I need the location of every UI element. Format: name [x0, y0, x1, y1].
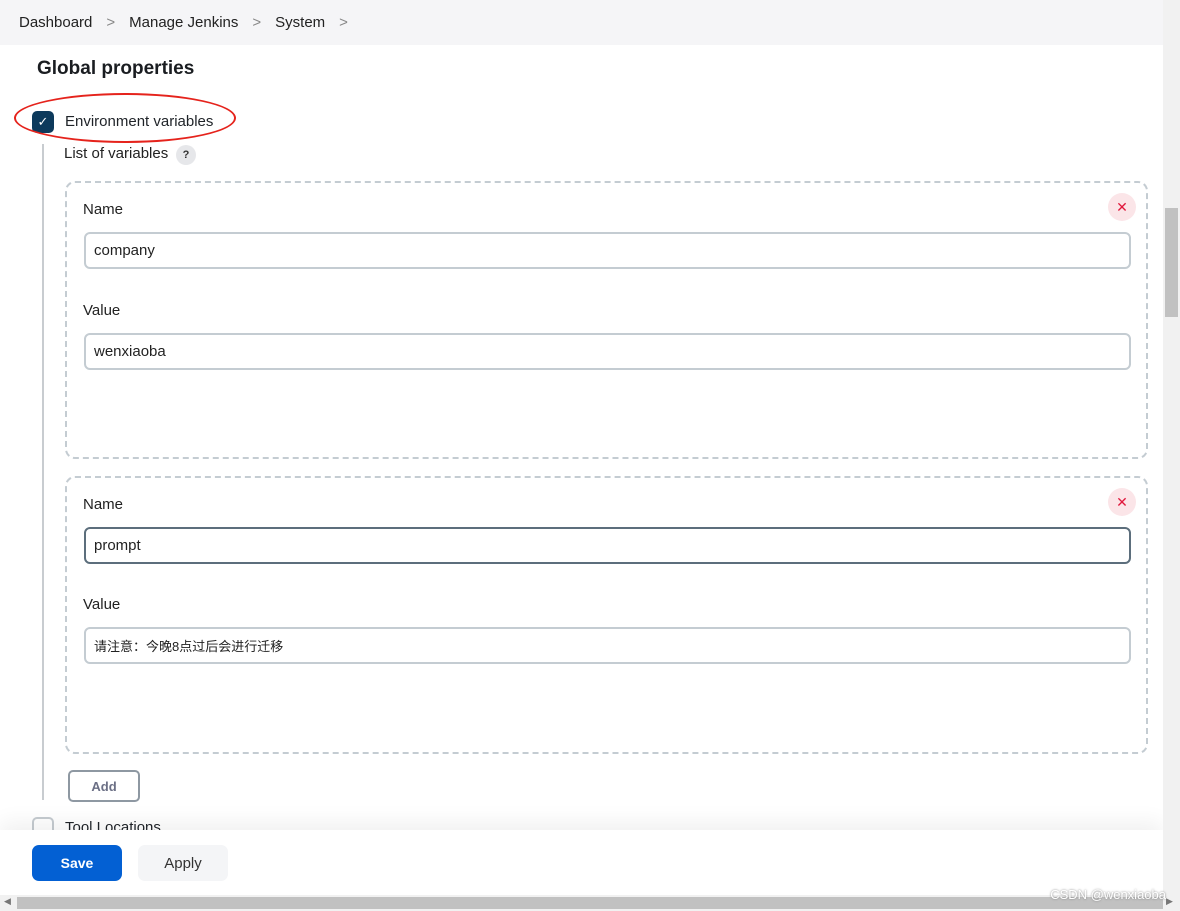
- apply-button[interactable]: Apply: [138, 845, 228, 881]
- value-label: Value: [83, 596, 121, 613]
- vertical-scrollbar[interactable]: [1163, 0, 1180, 895]
- chevron-right-icon: >: [106, 14, 116, 31]
- vertical-scrollbar-thumb[interactable]: [1165, 208, 1178, 317]
- name-input[interactable]: [84, 232, 1131, 269]
- variable-card: Name ✕ Value: [65, 181, 1148, 459]
- name-input[interactable]: [84, 527, 1131, 564]
- delete-button[interactable]: ✕: [1108, 488, 1136, 516]
- chevron-right-icon[interactable]: >: [339, 14, 348, 31]
- watermark: CSDN @wenxiaoba: [1050, 887, 1166, 902]
- breadcrumb-system[interactable]: System: [275, 14, 325, 31]
- breadcrumb: Dashboard > Manage Jenkins > System >: [0, 0, 1163, 45]
- close-icon: ✕: [1116, 198, 1128, 215]
- horizontal-scrollbar-thumb[interactable]: [17, 897, 1163, 909]
- breadcrumb-manage-jenkins[interactable]: Manage Jenkins: [129, 14, 238, 31]
- delete-button[interactable]: ✕: [1108, 193, 1136, 221]
- value-input[interactable]: [84, 627, 1131, 664]
- scroll-right-icon[interactable]: ▶: [1166, 896, 1173, 907]
- name-label: Name: [83, 496, 124, 513]
- close-icon: ✕: [1116, 493, 1128, 510]
- value-label: Value: [83, 302, 121, 319]
- section-indent-line: [42, 144, 44, 800]
- chevron-right-icon: >: [252, 14, 262, 31]
- name-label: Name: [83, 201, 124, 218]
- help-icon[interactable]: ?: [176, 145, 196, 165]
- annotation-ellipse: [14, 93, 236, 143]
- value-input[interactable]: [84, 333, 1131, 370]
- list-of-variables-label: List of variables: [64, 145, 169, 162]
- section-title: Global properties: [37, 58, 195, 79]
- variable-card: Name ✕ Value: [65, 476, 1148, 754]
- scroll-left-icon[interactable]: ◀: [4, 896, 11, 907]
- save-button[interactable]: Save: [32, 845, 122, 881]
- breadcrumb-dashboard[interactable]: Dashboard: [19, 14, 92, 31]
- add-variable-button[interactable]: Add: [68, 770, 140, 802]
